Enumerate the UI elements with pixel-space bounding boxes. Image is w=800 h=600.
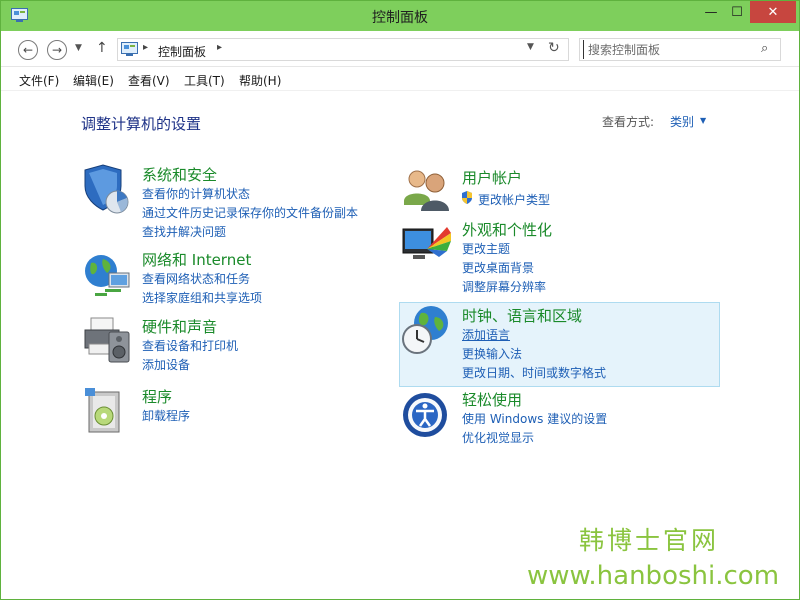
- up-button[interactable]: ↑: [96, 40, 108, 56]
- link-change-date-time-format[interactable]: 更改日期、时间或数字格式: [462, 364, 606, 381]
- forward-button[interactable]: →: [47, 40, 67, 60]
- control-panel-window: 控制面板 — ☐ ✕ ← → ▼ ↑ ▸ 控制面板 ▸ ▼ ↻ ⌕: [0, 0, 800, 600]
- link-windows-recommended-settings[interactable]: 使用 Windows 建议的设置: [462, 410, 607, 427]
- category-title[interactable]: 网络和 Internet: [142, 249, 251, 270]
- category-title[interactable]: 时钟、语言和区域: [462, 305, 582, 326]
- menu-edit[interactable]: 编辑(E): [73, 72, 114, 89]
- search-box[interactable]: ⌕: [579, 38, 781, 61]
- close-button[interactable]: ✕: [750, 1, 796, 23]
- maximize-button[interactable]: ☐: [724, 1, 750, 23]
- programs-box-icon[interactable]: [81, 386, 133, 436]
- address-history-dropdown-icon[interactable]: ▼: [527, 42, 534, 52]
- shield-icon[interactable]: [81, 164, 133, 214]
- control-panel-location-icon: [121, 42, 138, 56]
- chevron-down-icon[interactable]: ▼: [700, 116, 706, 125]
- link-network-status[interactable]: 查看网络状态和任务: [142, 270, 250, 287]
- category-title[interactable]: 用户帐户: [462, 167, 522, 188]
- watermark-url: www.hanboshi.com: [527, 561, 780, 591]
- link-troubleshoot[interactable]: 查找并解决问题: [142, 223, 226, 240]
- link-uninstall-program[interactable]: 卸载程序: [142, 407, 190, 424]
- category-title[interactable]: 轻松使用: [462, 389, 522, 410]
- search-icon[interactable]: ⌕: [761, 41, 768, 56]
- breadcrumb-separator-icon[interactable]: ▸: [217, 42, 222, 53]
- category-title[interactable]: 程序: [142, 386, 172, 407]
- uac-shield-icon: [462, 191, 472, 204]
- network-globe-icon[interactable]: [81, 249, 133, 299]
- title-bar[interactable]: 控制面板 — ☐ ✕: [1, 1, 799, 31]
- category-title[interactable]: 外观和个性化: [462, 219, 552, 240]
- refresh-icon[interactable]: ↻: [548, 40, 560, 56]
- clock-globe-icon[interactable]: [401, 305, 453, 355]
- link-add-language[interactable]: 添加语言: [462, 326, 510, 343]
- link-adjust-resolution[interactable]: 调整屏幕分辨率: [462, 278, 546, 295]
- monitor-palette-icon[interactable]: [401, 219, 453, 269]
- ease-of-access-icon[interactable]: [401, 389, 453, 439]
- menu-bar: 文件(F) 编辑(E) 查看(V) 工具(T) 帮助(H): [1, 67, 799, 91]
- link-change-account-type[interactable]: 更改帐户类型: [478, 191, 550, 208]
- menu-view[interactable]: 查看(V): [128, 72, 170, 89]
- view-by-dropdown[interactable]: 类别: [670, 113, 694, 130]
- watermark-site-name: 韩博士官网: [579, 526, 720, 555]
- menu-help[interactable]: 帮助(H): [239, 72, 281, 89]
- address-bar[interactable]: ▸ 控制面板 ▸ ▼ ↻: [117, 38, 569, 61]
- view-by-label: 查看方式:: [602, 115, 655, 129]
- users-icon[interactable]: [401, 167, 453, 217]
- link-check-computer-status[interactable]: 查看你的计算机状态: [142, 185, 250, 202]
- link-devices-printers[interactable]: 查看设备和打印机: [142, 337, 238, 354]
- main-content: 调整计算机的设置 查看方式: 类别 ▼ 系统和安全 查看你的计算机状态 通过文件…: [1, 91, 799, 599]
- minimize-button[interactable]: —: [698, 1, 724, 23]
- link-file-history-backup[interactable]: 通过文件历史记录保存你的文件备份副本: [142, 204, 358, 221]
- link-change-input-method[interactable]: 更换输入法: [462, 345, 522, 362]
- link-optimize-visual-display[interactable]: 优化视觉显示: [462, 429, 534, 446]
- navigation-bar: ← → ▼ ↑ ▸ 控制面板 ▸ ▼ ↻ ⌕: [1, 31, 799, 67]
- breadcrumb-separator-icon[interactable]: ▸: [143, 42, 148, 53]
- category-title[interactable]: 硬件和声音: [142, 316, 217, 337]
- breadcrumb-control-panel[interactable]: 控制面板: [158, 43, 206, 60]
- printer-speaker-icon[interactable]: [81, 316, 133, 366]
- link-change-desktop-background[interactable]: 更改桌面背景: [462, 259, 534, 276]
- category-title[interactable]: 系统和安全: [142, 164, 217, 185]
- link-add-device[interactable]: 添加设备: [142, 356, 190, 373]
- menu-tools[interactable]: 工具(T): [184, 72, 225, 89]
- back-button[interactable]: ←: [18, 40, 38, 60]
- menu-file[interactable]: 文件(F): [19, 72, 59, 89]
- search-input[interactable]: [583, 40, 758, 59]
- window-title: 控制面板: [372, 10, 428, 26]
- link-homegroup-sharing[interactable]: 选择家庭组和共享选项: [142, 289, 262, 306]
- page-title: 调整计算机的设置: [81, 115, 202, 133]
- recent-locations-button[interactable]: ▼: [75, 43, 82, 53]
- link-change-theme[interactable]: 更改主题: [462, 240, 510, 257]
